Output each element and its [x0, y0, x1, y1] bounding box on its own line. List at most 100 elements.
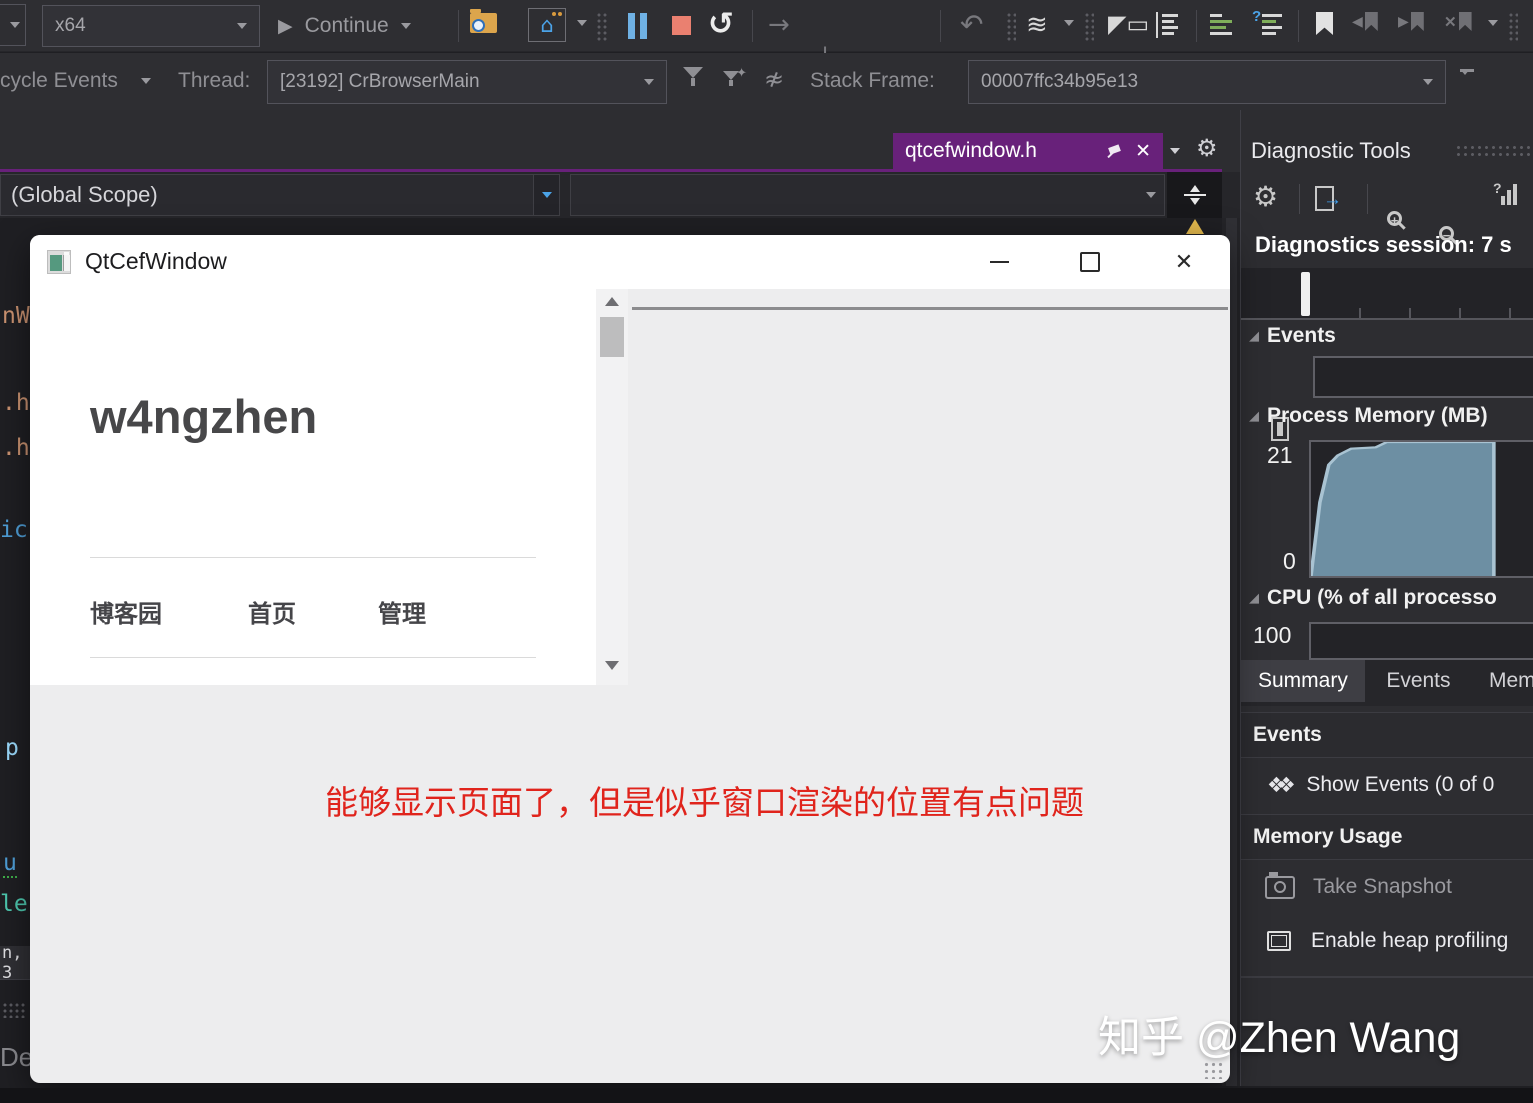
events-section-header[interactable]: ◢ Events — [1249, 324, 1336, 348]
split-window-button[interactable] — [1167, 172, 1222, 218]
window-titlebar[interactable]: QtCefWindow ✕ — [30, 235, 1230, 289]
page-scrollbar[interactable] — [596, 289, 628, 685]
expand-triangle-icon: ◢ — [1249, 329, 1259, 344]
minimize-icon — [990, 261, 1009, 263]
chevron-down-icon[interactable] — [577, 26, 587, 44]
close-button[interactable]: ✕ — [1161, 241, 1207, 283]
prev-bookmark-icon[interactable]: ◀ — [1352, 12, 1378, 31]
enable-heap-profiling-button[interactable]: Enable heap profiling — [1241, 916, 1533, 966]
toolbar-grip[interactable] — [596, 12, 608, 42]
tab-title: qtcefwindow.h — [905, 139, 1095, 163]
divider — [90, 557, 536, 558]
nav-link-manage[interactable]: 管理 — [378, 594, 426, 629]
chevron-down-icon — [10, 22, 20, 28]
folder-search-icon — [470, 13, 497, 33]
configuration-value: x64 — [55, 15, 86, 37]
cpu-section-header[interactable]: ◢ CPU (% of all processo — [1249, 586, 1533, 610]
continue-button[interactable]: ▶ Continue — [278, 8, 411, 44]
stack-frame-combo[interactable]: 00007ffc34b95e13 — [968, 60, 1446, 104]
chevron-down-icon[interactable] — [1064, 26, 1074, 44]
tab-memory-usage[interactable]: Memory Usage — [1472, 660, 1533, 702]
partial-combo[interactable] — [0, 4, 26, 46]
filter-flagged-icon[interactable]: ✦ — [722, 71, 740, 86]
settings-gear-icon[interactable]: ⚙ — [1253, 180, 1278, 213]
tab-list-chevron-icon[interactable] — [1170, 148, 1180, 154]
close-tab-icon[interactable]: ✕ — [1135, 140, 1151, 163]
maximize-icon — [1080, 252, 1100, 272]
gear-icon[interactable]: ⚙ — [1196, 134, 1218, 162]
clear-bookmarks-icon[interactable]: ✕ — [1444, 12, 1472, 31]
browse-symbols-button[interactable] — [470, 13, 500, 37]
zoom-in-icon[interactable]: + — [1387, 211, 1402, 226]
qtcefwindow-window[interactable]: QtCefWindow ✕ w4ngzhen 博客园 首页 管理 — [30, 235, 1230, 1083]
scope-arrow-box — [533, 175, 559, 215]
toolbar-grip[interactable] — [1006, 12, 1016, 42]
events-track[interactable] — [1313, 356, 1533, 398]
maximize-button[interactable] — [1067, 241, 1113, 283]
tab-events[interactable]: Events — [1369, 660, 1467, 702]
nav-link-home[interactable]: 首页 — [248, 594, 296, 629]
scroll-down-icon[interactable] — [605, 661, 619, 670]
expand-triangle-icon: ◢ — [1249, 409, 1259, 424]
panel-grip — [2, 1002, 26, 1018]
scope-dropdown[interactable]: (Global Scope) — [0, 174, 560, 216]
window-title: QtCefWindow — [85, 248, 227, 275]
comment-out-icon[interactable]: ≋ — [1026, 10, 1048, 40]
break-all-button[interactable] — [628, 13, 652, 39]
tab-summary[interactable]: Summary — [1241, 660, 1365, 702]
toggle-flagged-icon[interactable]: ≉ — [764, 65, 784, 93]
toggle-bookmark-icon[interactable] — [1316, 12, 1333, 35]
select-pointer-icon[interactable]: ◤▭ — [1108, 10, 1149, 38]
home-button[interactable]: ⌂ — [528, 8, 566, 42]
chevron-down-icon[interactable] — [1488, 26, 1498, 44]
editor-navigation-bar: (Global Scope) — [0, 172, 1245, 218]
toolbar-separator — [940, 10, 941, 42]
summary-events-header: Events — [1241, 712, 1533, 758]
filter-icon[interactable] — [682, 67, 704, 86]
annotation-text: 能够显示页面了，但是似乎窗口渲染的位置有点问题 — [325, 776, 1084, 824]
show-next-statement-icon[interactable]: → — [768, 10, 790, 40]
memory-axis-min: 0 — [1283, 548, 1296, 575]
undo-icon[interactable]: ↶ — [960, 8, 983, 41]
format-document-icon[interactable]: ? — [1254, 14, 1284, 38]
thread-combo[interactable]: [23192] CrBrowserMain — [267, 60, 667, 104]
show-events-link[interactable]: ❖❖ Show Events (0 of 0 — [1241, 760, 1533, 810]
bottom-scrollbar-bar[interactable] — [0, 1088, 1533, 1103]
take-snapshot-button[interactable]: Take Snapshot — [1241, 862, 1533, 912]
scroll-up-icon[interactable] — [605, 297, 619, 306]
session-timeline[interactable] — [1241, 268, 1533, 320]
export-icon[interactable] — [1315, 186, 1334, 211]
stop-debugging-icon[interactable] — [672, 16, 691, 35]
member-dropdown[interactable] — [570, 174, 1165, 216]
chevron-down-icon — [1423, 79, 1433, 85]
page-heading: w4ngzhen — [90, 389, 317, 444]
restart-icon[interactable]: ↺ — [708, 6, 734, 42]
configuration-combo[interactable]: x64 — [42, 5, 260, 47]
panel-title-grip[interactable] — [1455, 144, 1530, 160]
session-label: Diagnostics session: 7 s — [1255, 232, 1512, 258]
tab-qtcefwindow[interactable]: qtcefwindow.h ✕ — [893, 133, 1163, 169]
camera-icon — [1265, 876, 1295, 899]
stack-frame-value: 00007ffc34b95e13 — [981, 71, 1138, 93]
nav-link-blog[interactable]: 博客园 — [90, 594, 162, 629]
format-indent-icon[interactable] — [1210, 14, 1238, 38]
panel-divider — [1241, 976, 1533, 978]
cpu-chart-area — [1309, 622, 1533, 660]
chevron-down-icon[interactable] — [141, 78, 151, 84]
timeline-marker[interactable] — [1301, 272, 1310, 316]
chip-icon — [1267, 931, 1291, 951]
document-outline-icon[interactable] — [1156, 12, 1180, 38]
toolbar-grip[interactable] — [1084, 12, 1094, 42]
lifecycle-events-dropdown[interactable]: cycle Events — [0, 69, 118, 93]
toolbar-overflow-icon[interactable] — [1460, 69, 1474, 93]
scroll-thumb[interactable] — [600, 317, 624, 357]
code-fragment: .h — [2, 390, 30, 416]
pin-icon[interactable] — [1107, 143, 1123, 159]
next-bookmark-icon[interactable]: ▶ — [1398, 12, 1424, 31]
counters-icon[interactable]: ? — [1493, 184, 1521, 210]
code-fragment: le — [0, 891, 28, 917]
minimize-button[interactable] — [976, 241, 1022, 283]
process-memory-header[interactable]: ◢ Process Memory (MB) — [1249, 404, 1533, 428]
toolbar-grip[interactable] — [1508, 12, 1518, 42]
thread-value: [23192] CrBrowserMain — [280, 71, 480, 93]
